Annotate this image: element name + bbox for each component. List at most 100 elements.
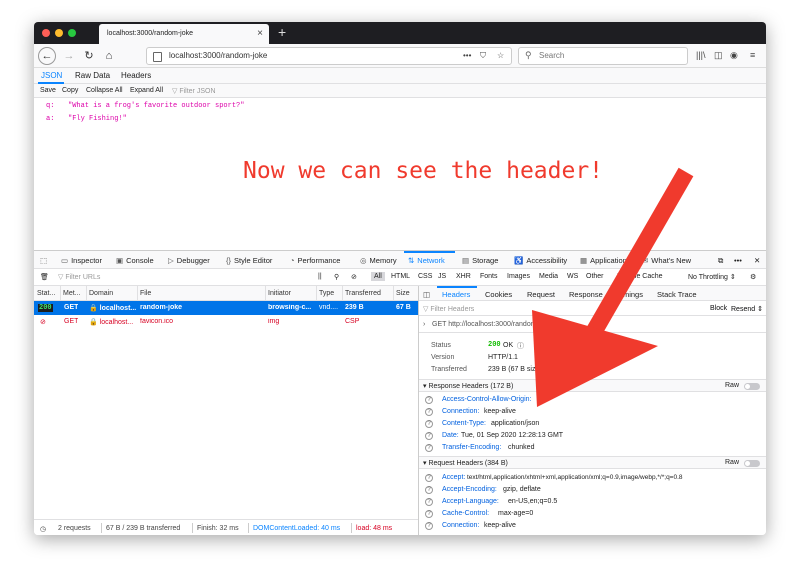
request-initiator[interactable]: browsing-c... — [268, 304, 316, 311]
filter-urls-input[interactable]: ▽ Filter URLs — [58, 273, 100, 281]
filter-fonts-button[interactable]: Fonts — [480, 273, 498, 280]
trash-icon[interactable]: 🗑 — [40, 273, 49, 281]
filter-other-button[interactable]: Other — [586, 273, 604, 280]
request-headers-section[interactable]: ▾ Request Headers (384 B) Raw — [419, 456, 766, 469]
help-icon[interactable]: ? — [425, 474, 433, 482]
account-icon[interactable]: ◉ — [730, 50, 738, 61]
close-devtools-icon[interactable]: ✕ — [754, 256, 760, 265]
column-initiator[interactable]: Initiator — [268, 290, 291, 297]
back-button[interactable]: ← — [38, 47, 56, 65]
minimize-window-button[interactable] — [55, 29, 63, 37]
filter-html-button[interactable]: HTML — [391, 273, 410, 280]
search-icon[interactable]: ⚲ — [334, 273, 339, 281]
filter-headers-input[interactable]: ▽ Filter Headers — [423, 305, 474, 313]
tab-application[interactable]: ▦ Application — [580, 256, 627, 265]
tab-network[interactable]: ⇅ Network — [408, 256, 445, 265]
tab-timings[interactable]: Timings — [617, 290, 643, 299]
toggle-sidebar-icon[interactable]: ◫ — [423, 290, 430, 299]
filter-js-button[interactable]: JS — [438, 273, 446, 280]
filter-css-button[interactable]: CSS — [418, 273, 432, 280]
search-input[interactable]: ⚲ Search — [518, 47, 688, 65]
browser-tab[interactable]: localhost:3000/random-joke × — [99, 24, 269, 44]
filter-ws-button[interactable]: WS — [567, 273, 578, 280]
help-icon[interactable]: ? — [425, 396, 433, 404]
bookmark-star-icon[interactable]: ☆ — [497, 51, 504, 60]
tab-json[interactable]: JSON — [41, 71, 62, 80]
column-method[interactable]: Met... — [63, 290, 81, 297]
filter-media-button[interactable]: Media — [539, 273, 558, 280]
resend-button[interactable]: Resend ⇕ — [731, 305, 763, 313]
maximize-window-button[interactable] — [68, 29, 76, 37]
dock-icon[interactable]: ⧉ — [718, 256, 723, 266]
tab-inspector[interactable]: ▭ Inspector — [61, 256, 102, 265]
filter-images-button[interactable]: Images — [507, 273, 530, 280]
page-actions-button[interactable]: ••• — [463, 51, 471, 60]
request-initiator[interactable]: img — [268, 318, 279, 325]
expand-all-button[interactable]: Expand All — [130, 87, 163, 94]
settings-gear-icon[interactable]: ⚙ — [750, 273, 756, 281]
request-url[interactable]: GET http://localhost:3000/random-joke — [432, 321, 552, 328]
help-icon[interactable]: ? — [425, 432, 433, 440]
tab-request[interactable]: Request — [527, 290, 555, 299]
save-button[interactable]: Save — [40, 87, 56, 94]
chevron-right-icon[interactable]: › — [423, 321, 425, 328]
url-bar[interactable]: localhost:3000/random-joke ••• ⛉ ☆ — [146, 47, 512, 65]
reload-button[interactable]: ↻ — [80, 47, 98, 65]
help-icon[interactable]: ? — [425, 444, 433, 452]
tab-style-editor[interactable]: {} Style Editor — [226, 256, 272, 265]
column-status[interactable]: Stat... — [37, 290, 55, 297]
table-row[interactable]: ⊘ GET 🔒 localhost... favicon.ico img CSP — [34, 315, 418, 329]
help-icon[interactable]: ? — [425, 510, 433, 518]
menu-icon[interactable]: ≡ — [750, 50, 755, 60]
tab-raw-data[interactable]: Raw Data — [75, 71, 110, 80]
filter-xhr-button[interactable]: XHR — [456, 273, 471, 280]
help-icon[interactable]: ? — [425, 522, 433, 530]
tab-memory[interactable]: ◎ Memory — [360, 256, 397, 265]
column-size[interactable]: Size — [396, 290, 410, 297]
raw-toggle[interactable] — [744, 383, 760, 390]
response-headers-section[interactable]: ▾ Response Headers (172 B) Raw — [419, 379, 766, 392]
more-options-icon[interactable]: ••• — [734, 256, 742, 265]
tab-headers[interactable]: Headers — [442, 290, 470, 299]
library-icon[interactable]: |||\ — [696, 50, 706, 60]
tab-debugger[interactable]: ▷ Debugger — [168, 256, 210, 265]
sidebar-icon[interactable]: ◫ — [714, 50, 723, 61]
new-tab-button[interactable]: + — [278, 24, 286, 40]
disable-cache-checkbox[interactable]: Disable Cache — [617, 273, 663, 280]
forward-button[interactable]: → — [60, 47, 78, 65]
block-button[interactable]: Block — [710, 305, 727, 312]
tab-response[interactable]: Response — [569, 290, 603, 299]
pause-icon[interactable]: || — [318, 273, 322, 280]
url-text: localhost:3000/random-joke — [169, 51, 268, 60]
block-icon[interactable]: ⊘ — [351, 273, 357, 281]
help-icon[interactable]: ? — [425, 408, 433, 416]
element-picker-icon[interactable]: ⬚ — [40, 256, 47, 265]
tab-storage[interactable]: ▤ Storage — [462, 256, 498, 265]
tab-cookies[interactable]: Cookies — [485, 290, 512, 299]
raw-toggle[interactable] — [744, 460, 760, 467]
home-button[interactable]: ⌂ — [100, 47, 118, 65]
collapse-all-button[interactable]: Collapse All — [86, 87, 123, 94]
help-icon[interactable]: ? — [425, 420, 433, 428]
column-transferred[interactable]: Transferred — [345, 290, 381, 297]
help-icon[interactable]: ? — [425, 498, 433, 506]
tab-whats-new[interactable]: ✉ What's New — [642, 256, 691, 265]
close-window-button[interactable] — [42, 29, 50, 37]
help-icon[interactable]: ⓘ — [517, 341, 524, 351]
close-tab-icon[interactable]: × — [257, 28, 263, 39]
column-type[interactable]: Type — [319, 290, 334, 297]
tab-performance[interactable]: ◔ Performance — [290, 256, 340, 265]
filter-json-input[interactable]: ▽ Filter JSON — [172, 87, 216, 95]
table-row[interactable]: 200 GET 🔒 localhost... random-joke brows… — [34, 301, 418, 315]
tab-headers[interactable]: Headers — [121, 71, 151, 80]
help-icon[interactable]: ? — [425, 486, 433, 494]
copy-button[interactable]: Copy — [62, 87, 78, 94]
throttling-select[interactable]: No Throttling ⇕ — [688, 273, 736, 281]
tab-accessibility[interactable]: ♿ Accessibility — [514, 256, 567, 265]
column-file[interactable]: File — [140, 290, 151, 297]
filter-all-button[interactable]: All — [371, 272, 385, 281]
pocket-icon[interactable]: ⛉ — [480, 51, 486, 61]
column-domain[interactable]: Domain — [89, 290, 113, 297]
tab-stack-trace[interactable]: Stack Trace — [657, 290, 697, 299]
tab-console[interactable]: ▣ Console — [116, 256, 154, 265]
